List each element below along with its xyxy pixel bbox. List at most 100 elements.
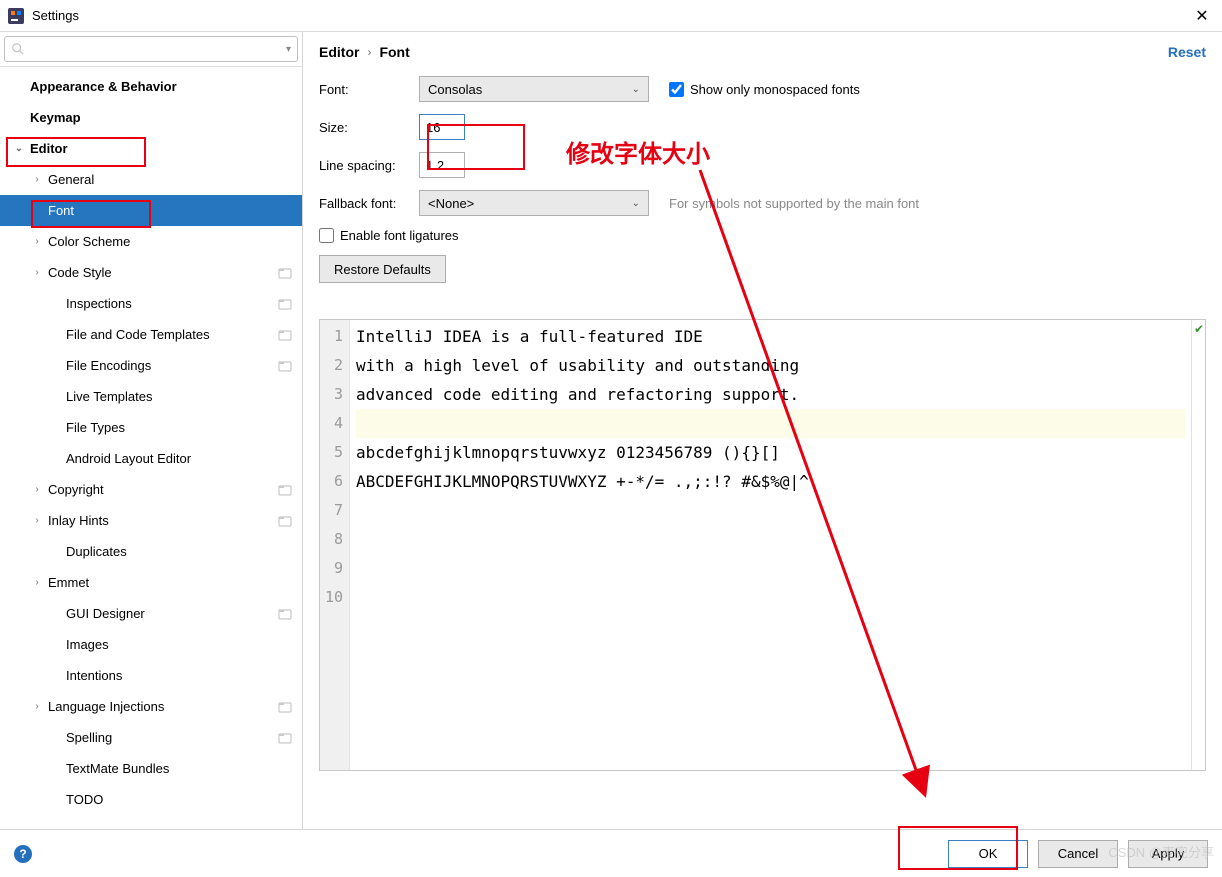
search-dropdown-icon[interactable]: ▾ [286, 44, 291, 55]
sidebar-item-file-types[interactable]: File Types [0, 412, 302, 443]
fallback-select[interactable]: <None> ⌄ [419, 190, 649, 216]
project-scope-icon [278, 483, 292, 497]
sidebar-item-label: Android Layout Editor [66, 451, 302, 466]
sidebar-item-inspections[interactable]: Inspections [0, 288, 302, 319]
code-line: abcdefghijklmnopqrstuvwxyz 0123456789 ()… [356, 443, 780, 462]
font-value: Consolas [428, 82, 632, 97]
show-monospaced-checkbox[interactable]: Show only monospaced fonts [669, 82, 860, 97]
search-input[interactable]: ▾ [4, 36, 298, 62]
ok-button[interactable]: OK [948, 840, 1028, 868]
fallback-hint: For symbols not supported by the main fo… [669, 196, 919, 211]
sidebar-item-appearance-behavior[interactable]: Appearance & Behavior [0, 71, 302, 102]
breadcrumb-root[interactable]: Editor [319, 44, 359, 60]
line-number: 1 [320, 322, 343, 351]
sidebar-item-label: Language Injections [48, 699, 278, 714]
project-scope-icon [278, 297, 292, 311]
sidebar-item-intentions[interactable]: Intentions [0, 660, 302, 691]
sidebar-item-textmate-bundles[interactable]: TextMate Bundles [0, 753, 302, 784]
project-scope-icon [278, 328, 292, 342]
chevron-right-icon[interactable]: › [30, 577, 44, 588]
spacing-input[interactable] [419, 152, 465, 178]
sidebar-item-label: Emmet [48, 575, 302, 590]
chevron-right-icon[interactable]: › [30, 236, 44, 247]
sidebar-item-label: Intentions [66, 668, 302, 683]
show-monospaced-label: Show only monospaced fonts [690, 82, 860, 97]
close-icon[interactable]: ✕ [1190, 6, 1214, 26]
search-field[interactable] [29, 42, 286, 57]
preview-code[interactable]: IntelliJ IDEA is a full-featured IDE wit… [350, 320, 1191, 770]
sidebar-item-label: Images [66, 637, 302, 652]
anno-text: 修改字体大小 [566, 134, 710, 169]
sidebar-item-emmet[interactable]: › Emmet [0, 567, 302, 598]
fallback-value: <None> [428, 196, 632, 211]
line-number: 3 [320, 380, 343, 409]
chevron-down-icon: ⌄ [632, 198, 640, 209]
sidebar: ▾ Appearance & Behavior Keymap ⌄ Editor › Gen… [0, 32, 303, 829]
sidebar-item-label: File and Code Templates [66, 327, 278, 342]
sidebar-item-label: File Types [66, 420, 302, 435]
sidebar-item-images[interactable]: Images [0, 629, 302, 660]
sidebar-item-editor[interactable]: ⌄ Editor [0, 133, 302, 164]
sidebar-item-code-style[interactable]: ›Code Style [0, 257, 302, 288]
project-scope-icon [278, 607, 292, 621]
breadcrumb: Editor › Font Reset [303, 32, 1222, 72]
sidebar-item-spelling[interactable]: Spelling [0, 722, 302, 753]
preview-gutter: 12345678910 [320, 320, 350, 770]
project-scope-icon [278, 731, 292, 745]
chevron-right-icon[interactable]: › [30, 484, 44, 495]
sidebar-item-label: Editor [30, 141, 302, 156]
sidebar-item-todo[interactable]: TODO [0, 784, 302, 815]
window-title: Settings [32, 8, 1190, 23]
sidebar-item-live-templates[interactable]: Live Templates [0, 381, 302, 412]
sidebar-item-copyright[interactable]: ›Copyright [0, 474, 302, 505]
main-panel: Editor › Font Reset Font: Consolas ⌄ Sho… [303, 32, 1222, 829]
line-number: 9 [320, 554, 343, 583]
code-line: IntelliJ IDEA is a full-featured IDE [356, 327, 703, 346]
code-line [356, 409, 1185, 438]
sidebar-item-android-layout-editor[interactable]: Android Layout Editor [0, 443, 302, 474]
sidebar-item-language-injections[interactable]: › Language Injections [0, 691, 302, 722]
app-icon [8, 8, 24, 24]
sidebar-item-font[interactable]: Font [0, 195, 302, 226]
project-scope-icon [278, 514, 292, 528]
sidebar-item-label: Inlay Hints [48, 513, 278, 528]
help-button[interactable]: ? [14, 845, 32, 863]
line-number: 6 [320, 467, 343, 496]
sidebar-item-label: Color Scheme [48, 234, 302, 249]
chevron-right-icon[interactable]: › [30, 174, 44, 185]
sidebar-item-label: General [48, 172, 302, 187]
size-label: Size: [319, 120, 419, 135]
sidebar-item-label: Appearance & Behavior [30, 79, 302, 94]
titlebar: Settings ✕ [0, 0, 1222, 32]
reset-link[interactable]: Reset [1168, 44, 1206, 60]
chevron-down-icon[interactable]: ⌄ [12, 143, 26, 154]
line-number: 7 [320, 496, 343, 525]
sidebar-item-label: Inspections [66, 296, 278, 311]
chevron-right-icon[interactable]: › [30, 701, 44, 712]
chevron-right-icon[interactable]: › [30, 515, 44, 526]
sidebar-item-duplicates[interactable]: Duplicates [0, 536, 302, 567]
sidebar-item-label: GUI Designer [66, 606, 278, 621]
line-number: 10 [320, 583, 343, 612]
sidebar-item-keymap[interactable]: Keymap [0, 102, 302, 133]
sidebar-item-label: Keymap [30, 110, 302, 125]
ligatures-label: Enable font ligatures [340, 228, 459, 243]
breadcrumb-leaf: Font [379, 44, 409, 60]
sidebar-item-label: Live Templates [66, 389, 302, 404]
sidebar-item-inlay-hints[interactable]: › Inlay Hints [0, 505, 302, 536]
sidebar-item-file-encodings[interactable]: File Encodings [0, 350, 302, 381]
fallback-label: Fallback font: [319, 196, 419, 211]
watermark: CSDN @麦兜分享 [1108, 842, 1214, 861]
restore-defaults-button[interactable]: Restore Defaults [319, 255, 446, 283]
sidebar-item-color-scheme[interactable]: › Color Scheme [0, 226, 302, 257]
sidebar-item-gui-designer[interactable]: GUI Designer [0, 598, 302, 629]
project-scope-icon [278, 359, 292, 373]
chevron-right-icon[interactable]: › [30, 267, 44, 278]
ligatures-checkbox[interactable]: Enable font ligatures [319, 228, 459, 243]
sidebar-item-file-and-code-templates[interactable]: File and Code Templates [0, 319, 302, 350]
font-select[interactable]: Consolas ⌄ [419, 76, 649, 102]
cancel-button[interactable]: Cancel [1038, 840, 1118, 868]
size-input[interactable] [419, 114, 465, 140]
project-scope-icon [278, 266, 292, 280]
sidebar-item-general[interactable]: › General [0, 164, 302, 195]
